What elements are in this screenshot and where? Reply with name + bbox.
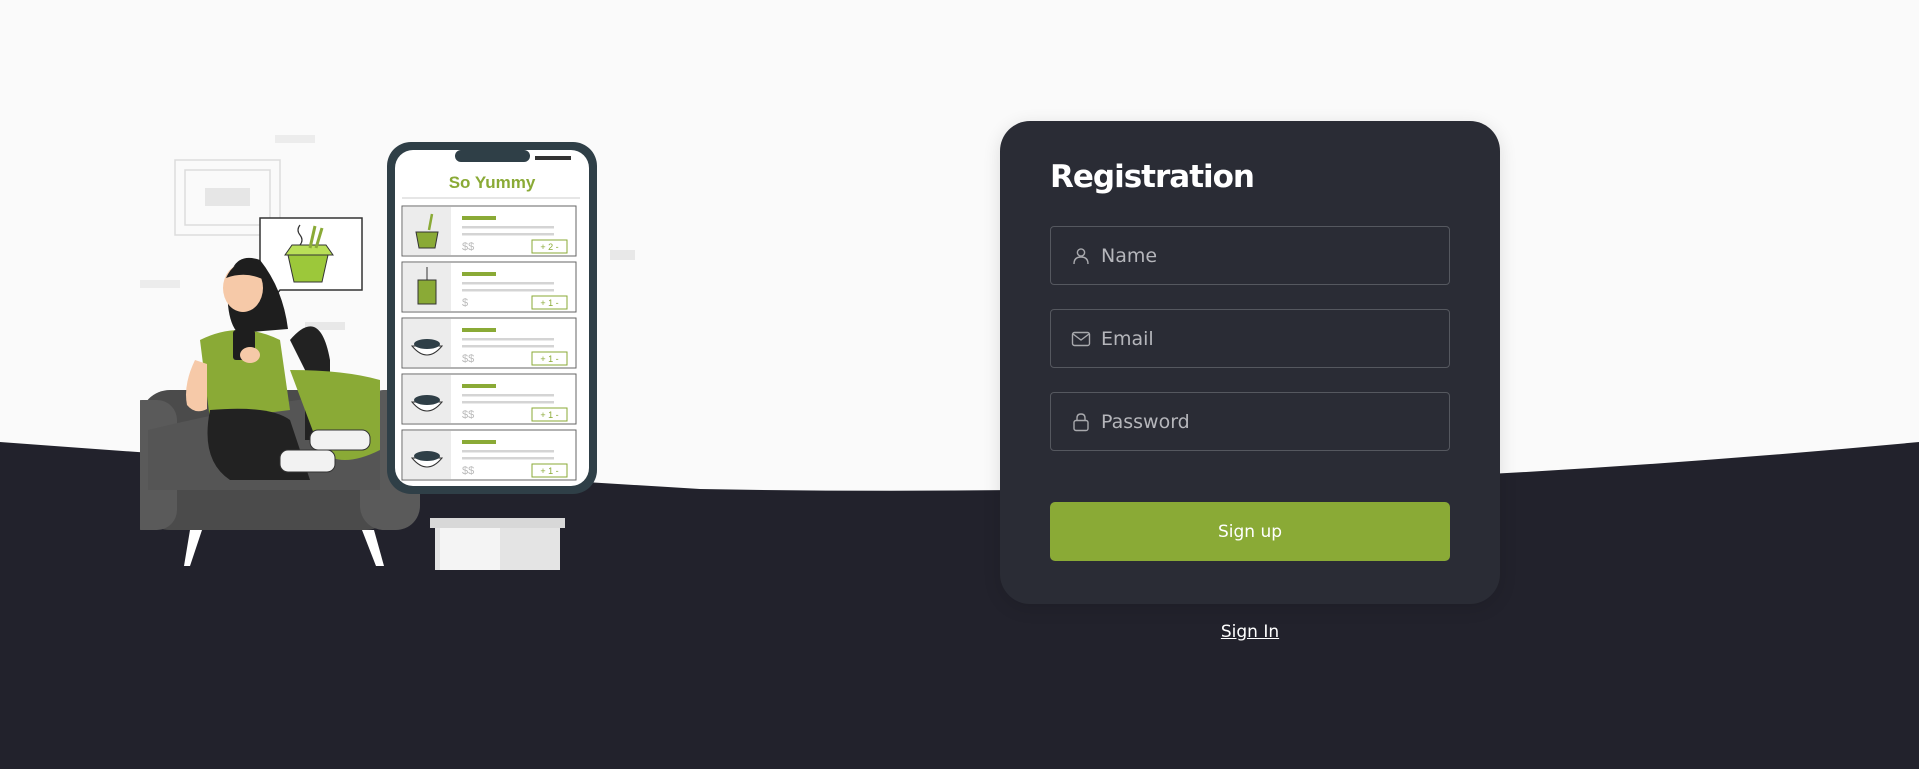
lock-icon [1073, 413, 1089, 432]
user-icon [1073, 248, 1089, 265]
app-title: So Yummy [449, 173, 536, 192]
envelope-icon [1071, 331, 1091, 347]
password-field[interactable] [1050, 392, 1450, 451]
email-field[interactable] [1050, 309, 1450, 368]
phone-menu-row: $$ + 1 - [401, 317, 577, 369]
phone-menu-row: $ + 1 - [401, 261, 577, 313]
menu-qty: + 1 - [540, 466, 558, 476]
menu-price: $$ [462, 353, 474, 365]
registration-title: Registration [1050, 159, 1255, 195]
person-figure [186, 257, 380, 480]
signup-button[interactable]: Sign up [1050, 502, 1450, 561]
phone-menu-row: $$ + 1 - [401, 429, 577, 481]
box-stand [430, 518, 565, 570]
name-field[interactable] [1050, 226, 1450, 285]
food-order-illustration: So Yummy $$ + 2 - $ + 1 - $$ + 1 - $$ + 1 - $$ + … [140, 135, 635, 570]
menu-qty: + 1 - [540, 410, 558, 420]
name-input[interactable] [1101, 227, 1441, 284]
phone-menu-row: $$ + 1 - [401, 373, 577, 425]
phone-menu-row: $$ + 2 - [401, 205, 577, 257]
signin-link[interactable]: Sign In [1150, 622, 1350, 642]
password-input[interactable] [1101, 393, 1441, 450]
menu-price: $$ [462, 241, 474, 253]
email-input[interactable] [1101, 310, 1441, 367]
menu-price: $$ [462, 465, 474, 477]
menu-qty: + 1 - [540, 298, 558, 308]
menu-qty: + 1 - [540, 354, 558, 364]
registration-card: Registration Sign up [1000, 121, 1500, 604]
menu-price: $ [462, 297, 468, 309]
menu-price: $$ [462, 409, 474, 421]
menu-qty: + 2 - [540, 242, 558, 252]
phone-mockup: So Yummy $$ + 2 - $ + 1 - $$ + 1 - $$ + 1 - $$ + … [387, 142, 597, 494]
